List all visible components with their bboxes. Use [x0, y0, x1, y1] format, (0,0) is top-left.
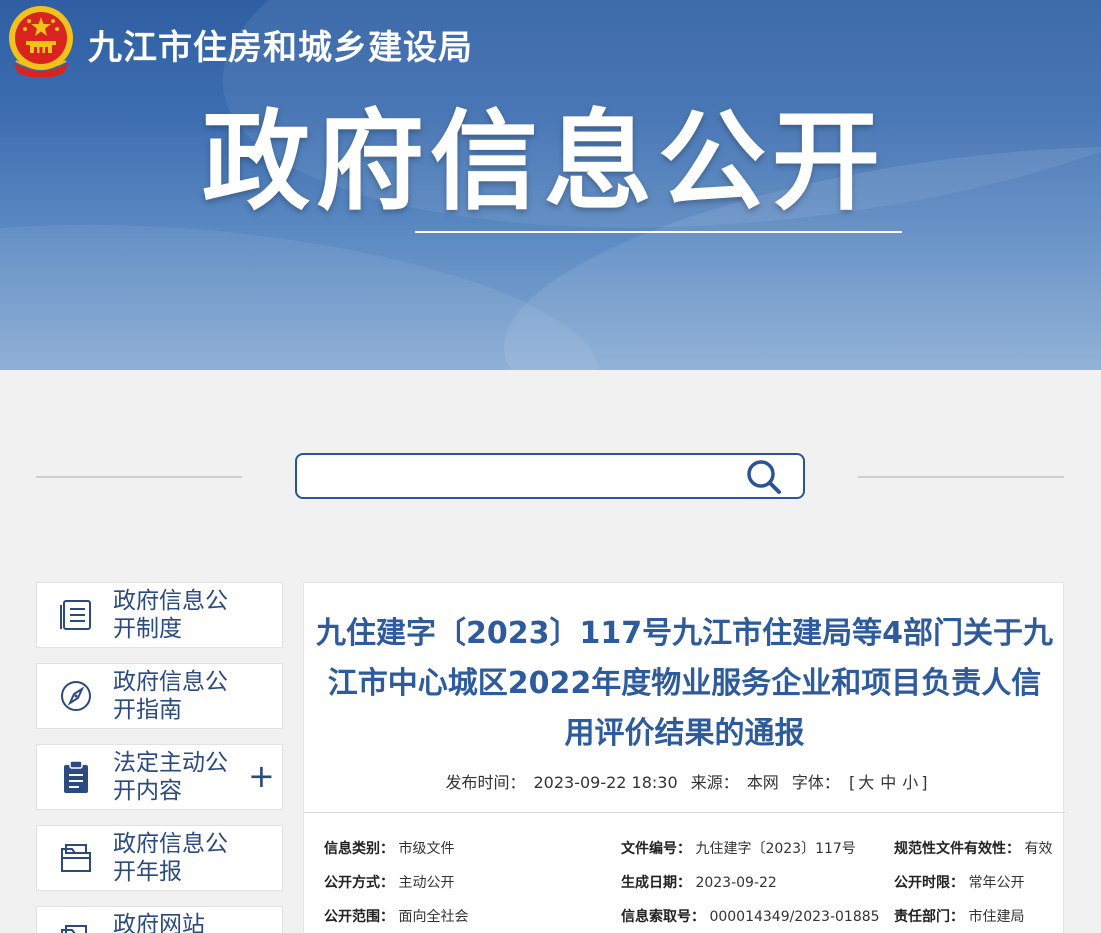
font-bracket-close: ]: [921, 773, 928, 792]
info-value: 有效: [1024, 841, 1053, 857]
publish-time-label: 发布时间：: [445, 773, 526, 792]
article-panel: 九住建字〔2023〕117号九江市住建局等4部门关于九江市中心城区2022年度物…: [303, 582, 1065, 933]
info-category: 信息类别： 市级文件: [324, 838, 454, 858]
info-index-number: 信息索取号： 000014349/2023-01885: [621, 906, 880, 926]
sidebar-item-label: 政府网站: [113, 912, 205, 933]
info-file-number: 文件编号： 九住建字〔2023〕117号: [621, 838, 856, 858]
font-bracket-open: [: [848, 773, 856, 792]
font-size-medium-button[interactable]: 中: [880, 773, 896, 792]
search-input[interactable]: [307, 463, 727, 489]
header-banner: 九江市住房和城乡建设局 政府信息公开: [0, 0, 1101, 370]
font-size-large-button[interactable]: 大: [858, 773, 874, 792]
source-label: 来源：: [690, 773, 739, 792]
info-key: 公开时限：: [894, 875, 964, 891]
info-key: 文件编号：: [621, 841, 691, 857]
info-key: 公开范围：: [324, 909, 394, 925]
search-divider-right: [858, 476, 1064, 478]
sidebar-item-annual-report[interactable]: 政府信息公开年报: [36, 825, 283, 891]
sidebar-item-label: 法定主动公开内容: [113, 750, 228, 804]
banner-underline: [415, 231, 902, 233]
meta-divider: [304, 812, 1065, 813]
info-value: 面向全社会: [398, 909, 469, 925]
sidebar-item-disclosure-system[interactable]: 政府信息公开制度: [36, 582, 283, 648]
info-department: 责任部门： 市住建局: [894, 906, 1024, 926]
info-scope: 公开范围： 面向全社会: [324, 906, 468, 926]
info-value: 九住建字〔2023〕117号: [695, 841, 856, 857]
search-icon[interactable]: [742, 456, 784, 496]
info-validity: 规范性文件有效性： 有效: [894, 838, 1052, 858]
info-key: 信息索取号：: [621, 909, 705, 925]
info-value: 主动公开: [398, 875, 455, 891]
info-value: 市级文件: [398, 841, 455, 857]
sidebar-item-label: 政府信息公开年报: [113, 831, 228, 885]
list-document-icon: [60, 600, 91, 630]
clipboard-icon: [64, 760, 88, 793]
info-value: 市住建局: [968, 909, 1025, 925]
national-emblem-icon[interactable]: [6, 3, 76, 77]
folder-icon: [61, 925, 91, 933]
search-divider-left: [36, 476, 242, 478]
font-size-label: 字体：: [791, 773, 840, 792]
expand-plus-icon[interactable]: +: [248, 759, 275, 793]
folder-icon: [61, 844, 91, 872]
info-key: 信息类别：: [324, 841, 394, 857]
info-value: 2023-09-22: [695, 875, 777, 891]
info-generated-date: 生成日期： 2023-09-22: [621, 872, 777, 892]
sidebar-item-statutory-content[interactable]: 法定主动公开内容 +: [36, 744, 283, 810]
source-value: 本网: [746, 773, 779, 792]
info-key: 规范性文件有效性：: [894, 841, 1020, 857]
sidebar-item-label: 政府信息公开指南: [113, 669, 228, 723]
banner-title: 政府信息公开: [202, 100, 887, 225]
search-box: [295, 453, 805, 499]
compass-icon: [61, 681, 91, 711]
info-disclosure-method: 公开方式： 主动公开: [324, 872, 454, 892]
info-time-limit: 公开时限： 常年公开: [894, 872, 1024, 892]
info-key: 公开方式：: [324, 875, 394, 891]
font-size-small-button[interactable]: 小: [902, 773, 918, 792]
info-value: 000014349/2023-01885: [709, 909, 880, 925]
article-title: 九住建字〔2023〕117号九江市住建局等4部门关于九江市中心城区2022年度物…: [316, 616, 1053, 751]
article-meta: 发布时间： 2023-09-22 18:30 来源： 本网 字体： [大中小]: [304, 769, 1065, 793]
info-key: 生成日期：: [621, 875, 691, 891]
publish-time: 2023-09-22 18:30: [533, 773, 678, 792]
sidebar-item-disclosure-guide[interactable]: 政府信息公开指南: [36, 663, 283, 729]
info-value: 常年公开: [968, 875, 1025, 891]
info-key: 责任部门：: [894, 909, 964, 925]
sidebar-item-label: 政府信息公开制度: [113, 588, 228, 642]
sidebar-item-gov-website[interactable]: 政府网站: [36, 906, 283, 933]
site-title[interactable]: 九江市住房和城乡建设局: [88, 20, 473, 69]
